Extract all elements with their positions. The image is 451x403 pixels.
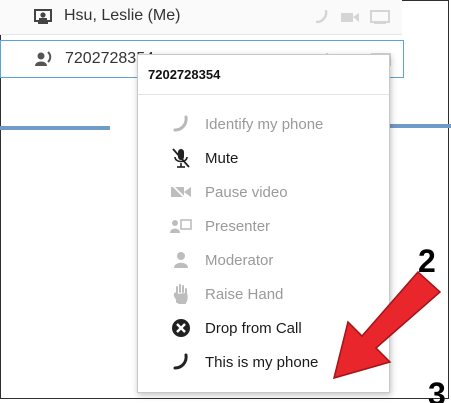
menu-item-label: Identify my phone	[205, 115, 324, 133]
participant-name: Hsu, Leslie (Me)	[64, 7, 181, 24]
phone-handset-icon	[170, 351, 192, 373]
phone-icon	[314, 9, 330, 29]
menu-item-label: Pause video	[205, 183, 288, 201]
video-icon	[340, 10, 360, 29]
person-presenter-icon	[34, 8, 52, 31]
microphone-muted-icon	[170, 147, 192, 169]
close-circle-icon	[170, 317, 192, 339]
annotation-step-2: 2	[418, 243, 436, 279]
phone-user-icon	[33, 50, 53, 73]
annotation-arrow	[300, 270, 450, 390]
menu-item-presenter[interactable]: Presenter	[138, 209, 389, 243]
menu-item-label: Raise Hand	[205, 285, 284, 303]
slide-divider-left	[0, 126, 110, 130]
participant-row-me[interactable]: Hsu, Leslie (Me)	[0, 0, 402, 35]
screen-icon	[370, 10, 390, 29]
presenter-icon	[170, 215, 192, 237]
video-paused-icon	[170, 181, 192, 203]
menu-item-label: Moderator	[205, 251, 274, 269]
menu-item-identify-my-phone[interactable]: Identify my phone	[138, 107, 389, 141]
menu-header: 7202728354	[138, 55, 389, 95]
moderator-icon	[170, 249, 192, 271]
menu-item-label: Mute	[205, 149, 239, 167]
menu-item-pause-video[interactable]: Pause video	[138, 175, 389, 209]
menu-item-mute[interactable]: Mute	[138, 141, 389, 175]
participant-status-icons	[314, 9, 390, 29]
annotation-step-3: 3	[428, 378, 446, 403]
menu-item-label: Presenter	[205, 217, 271, 235]
menu-item-label: Drop from Call	[205, 319, 302, 337]
phone-handset-icon	[170, 113, 192, 135]
raise-hand-icon	[170, 283, 192, 305]
menu-title: 7202728354	[148, 67, 221, 82]
